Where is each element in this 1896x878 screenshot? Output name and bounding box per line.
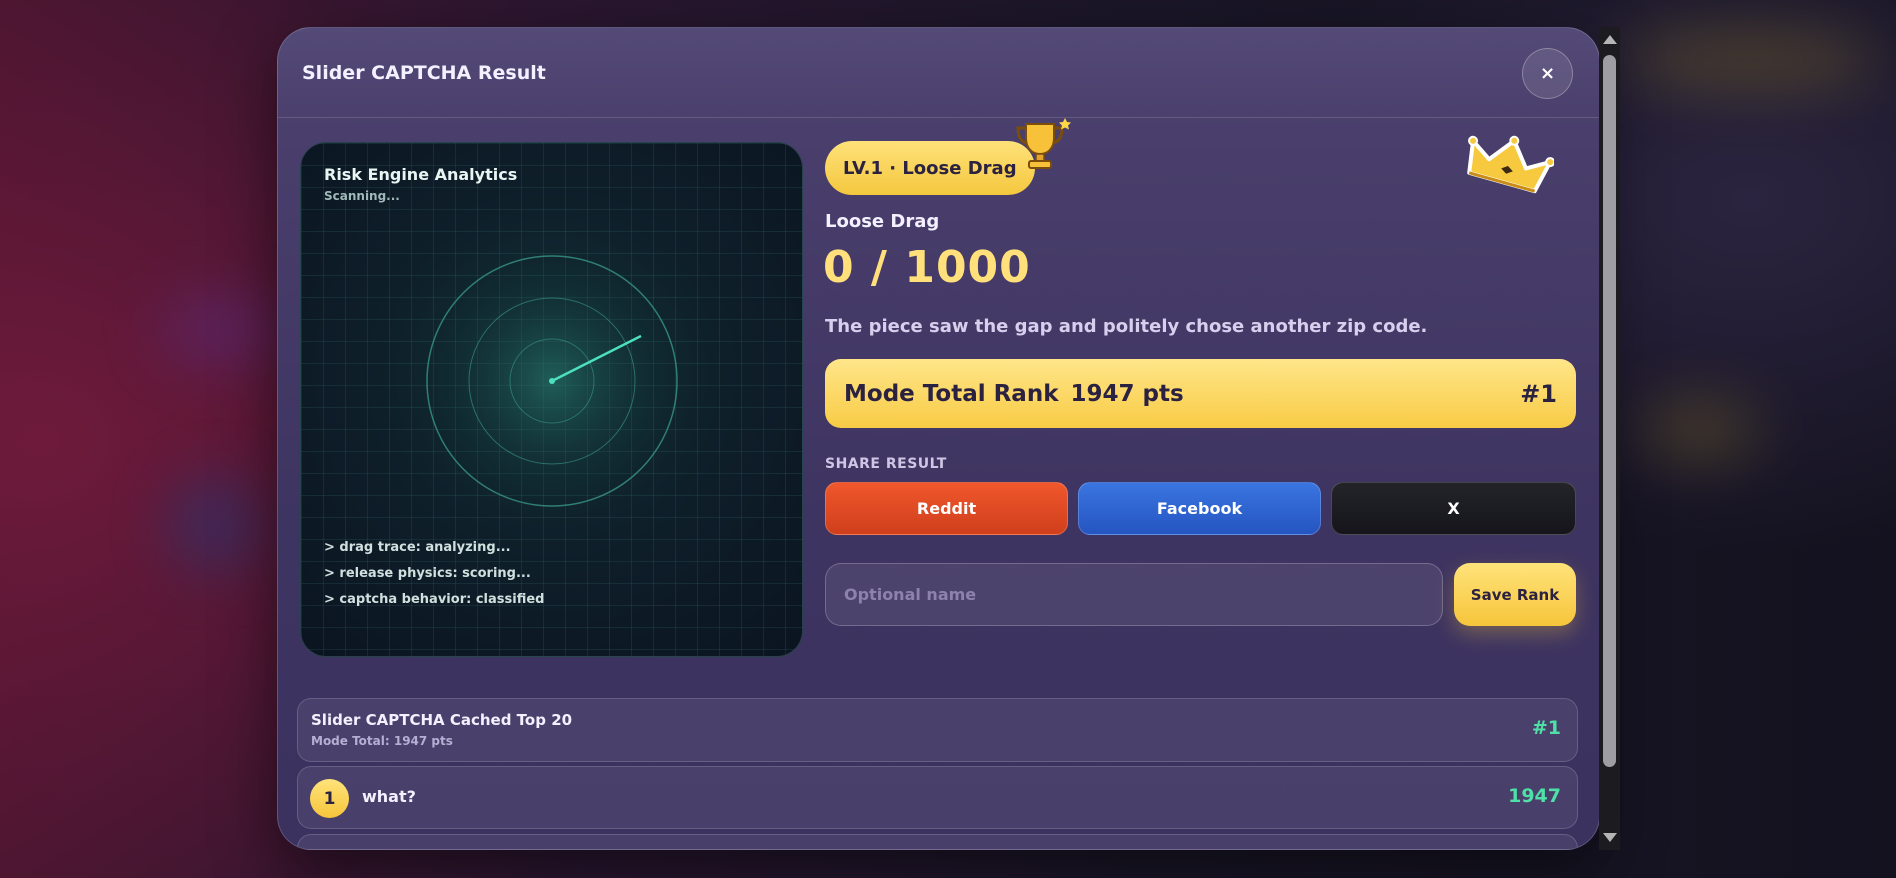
leaderboard-subtitle: Mode Total: 1947 pts: [311, 734, 453, 748]
score-value: 0 / 1000: [823, 242, 1031, 293]
leaderboard-row: [297, 834, 1578, 849]
scroll-thumb[interactable]: [1603, 55, 1616, 767]
mode-total-rank-bar: Mode Total Rank 1947 pts #1: [825, 359, 1576, 428]
result-quip: The piece saw the gap and politely chose…: [825, 316, 1428, 337]
rank-label: Mode Total Rank: [844, 380, 1059, 407]
scroll-down-arrow-icon[interactable]: [1603, 833, 1617, 842]
analytics-title: Risk Engine Analytics: [324, 165, 518, 184]
background-blur: [1640, 400, 1760, 460]
modal-header: Slider CAPTCHA Result ×: [278, 28, 1599, 118]
rank-points: 1947 pts: [1070, 380, 1184, 407]
optional-name-input[interactable]: [825, 563, 1443, 626]
crown-icon: [1467, 135, 1554, 194]
modal-title: Slider CAPTCHA Result: [302, 62, 546, 84]
rank-number-badge: 1: [310, 779, 349, 818]
log-line: > release physics: scoring...: [324, 566, 531, 581]
background-blur: [160, 300, 280, 360]
close-button[interactable]: ×: [1522, 48, 1573, 99]
player-score: 1947: [1508, 785, 1561, 807]
mode-label: Loose Drag: [825, 211, 940, 232]
result-modal: Slider CAPTCHA Result × Risk Engine Anal…: [277, 27, 1600, 850]
scroll-up-arrow-icon[interactable]: [1603, 35, 1617, 44]
leaderboard-title: Slider CAPTCHA Cached Top 20: [311, 711, 573, 729]
save-rank-button[interactable]: Save Rank: [1454, 563, 1576, 626]
risk-engine-panel: Risk Engine Analytics Scanning... > drag…: [300, 142, 803, 657]
level-badge: LV.1 · Loose Drag: [825, 141, 1035, 195]
analytics-status: Scanning...: [324, 189, 400, 203]
player-name: what?: [362, 787, 416, 806]
leaderboard-header: Slider CAPTCHA Cached Top 20 Mode Total:…: [297, 698, 1578, 762]
log-line: > captcha behavior: classified: [324, 592, 545, 607]
leaderboard-row: 1 what? 1947: [297, 766, 1578, 829]
share-x-button[interactable]: X: [1331, 482, 1576, 535]
trophy-icon: [1016, 118, 1071, 169]
modal-scrollbar[interactable]: [1599, 27, 1620, 850]
share-label: SHARE RESULT: [825, 456, 947, 472]
share-reddit-button[interactable]: Reddit: [825, 482, 1068, 535]
close-icon: ×: [1539, 63, 1556, 84]
rank-position: #1: [1520, 379, 1557, 408]
share-facebook-button[interactable]: Facebook: [1078, 482, 1321, 535]
background-blur: [1620, 30, 1880, 90]
background-blur: [170, 480, 260, 570]
leaderboard-my-rank: #1: [1531, 717, 1561, 739]
log-line: > drag trace: analyzing...: [324, 540, 511, 555]
